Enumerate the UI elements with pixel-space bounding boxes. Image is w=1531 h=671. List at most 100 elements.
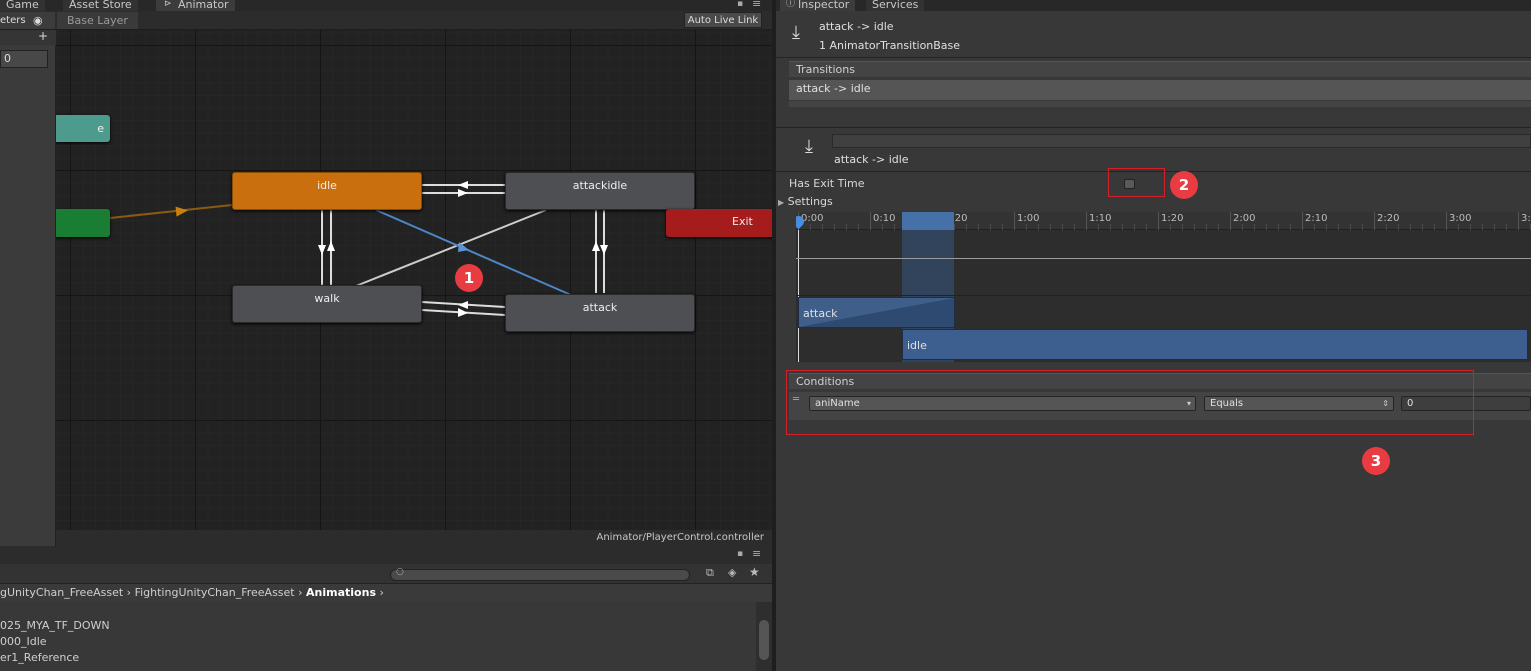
timeline-tick-label: 1:10 xyxy=(1089,213,1112,224)
breadcrumb-item[interactable]: FightingUnityChan_FreeAsset xyxy=(135,586,295,599)
timeline-minor-tick xyxy=(846,224,847,230)
transition-entry-idle[interactable] xyxy=(109,204,233,219)
breadcrumb-item-current[interactable]: Animations xyxy=(306,586,376,599)
timeline-minor-tick xyxy=(1182,224,1183,230)
state-walk[interactable]: walk xyxy=(232,285,422,323)
timeline-minor-tick xyxy=(1506,224,1507,230)
timeline-minor-tick xyxy=(1038,224,1039,230)
timeline-minor-tick xyxy=(1362,224,1363,230)
arrow-icon xyxy=(600,245,608,255)
arrow-icon xyxy=(175,206,188,217)
timeline-tick-label: 3: xyxy=(1521,213,1531,224)
auto-live-link-button[interactable]: Auto Live Link xyxy=(684,12,762,28)
state-idle[interactable]: idle xyxy=(232,172,422,210)
timeline-minor-tick xyxy=(882,224,883,230)
arrow-icon xyxy=(327,241,335,251)
favorite-star-icon[interactable]: ★ xyxy=(749,565,760,579)
timeline-minor-tick xyxy=(1470,224,1471,230)
filter-type-icon[interactable]: ⧉ xyxy=(706,566,714,580)
state-attackidle[interactable]: attackidle xyxy=(505,172,695,210)
eye-icon[interactable]: ◉ xyxy=(33,12,43,29)
annotation-box-2 xyxy=(1108,168,1165,197)
timeline-minor-tick xyxy=(1218,224,1219,230)
timeline-minor-tick xyxy=(1410,224,1411,230)
breadcrumb-item[interactable]: gUnityChan_FreeAsset xyxy=(0,586,123,599)
timeline-minor-tick xyxy=(894,224,895,230)
timeline-minor-tick xyxy=(1050,224,1051,230)
timeline-minor-tick xyxy=(1314,224,1315,230)
timeline-tick xyxy=(1158,212,1159,230)
controller-path: Animator/PlayerControl.controller xyxy=(56,530,772,546)
preview-curve xyxy=(796,258,1531,259)
timeline-tick-label: 0:00 xyxy=(801,213,824,224)
divider xyxy=(776,127,1531,128)
info-icon: ⓘ xyxy=(786,0,796,9)
project-scrollbar[interactable] xyxy=(756,602,772,671)
tab-services[interactable]: Services xyxy=(866,0,925,11)
triangle-right-icon: ▶ xyxy=(778,198,785,207)
playhead-line xyxy=(798,230,799,362)
timeline-minor-tick xyxy=(1482,224,1483,230)
clip-from-bar[interactable]: attack xyxy=(798,297,955,328)
state-any[interactable]: e xyxy=(56,115,110,142)
arrow-icon xyxy=(458,189,468,197)
tab-inspector-label: Inspector xyxy=(798,0,850,11)
timeline-minor-tick xyxy=(810,224,811,230)
arrow-icon xyxy=(458,181,468,189)
list-item[interactable]: 000_Idle xyxy=(0,634,756,650)
menu-icon[interactable]: ≡ xyxy=(752,547,761,560)
clip-to-bar[interactable]: idle xyxy=(902,329,1528,360)
parameters-panel: + 0 xyxy=(0,29,56,546)
filter-label-icon[interactable]: ◈ xyxy=(728,566,736,579)
editor-tab-bar: Game Asset Store ⊳ Animator ▪ ≡ xyxy=(0,0,772,11)
timeline-minor-tick xyxy=(834,224,835,230)
timeline-minor-tick xyxy=(978,224,979,230)
timeline-minor-tick xyxy=(966,224,967,230)
transition-icon: ⤓ xyxy=(805,136,813,157)
menu-icon[interactable]: ≡ xyxy=(752,0,761,10)
timeline-minor-tick xyxy=(1350,224,1351,230)
timeline-minor-tick xyxy=(1242,224,1243,230)
settings-foldout[interactable]: ▶ Settings xyxy=(778,195,833,208)
timeline-minor-tick xyxy=(858,224,859,230)
timeline-minor-tick xyxy=(1134,224,1135,230)
tab-asset-store[interactable]: Asset Store xyxy=(63,0,138,11)
parameter-value-field[interactable]: 0 xyxy=(0,50,48,68)
timeline-tick xyxy=(1086,212,1087,230)
project-file-list: 025_MYA_TF_DOWN 000_Idle er1_Reference xyxy=(0,602,756,671)
lock-icon[interactable]: ▪ xyxy=(737,549,743,559)
timeline-tick xyxy=(1374,212,1375,230)
state-entry[interactable] xyxy=(56,209,110,237)
transition-name-field[interactable] xyxy=(832,134,1531,148)
timeline-minor-tick xyxy=(1434,224,1435,230)
tab-game[interactable]: Game xyxy=(0,0,45,11)
timeline-minor-tick xyxy=(822,224,823,230)
state-attack[interactable]: attack xyxy=(505,294,695,332)
add-parameter-icon[interactable]: + xyxy=(38,29,48,43)
tab-animator[interactable]: ⊳ Animator xyxy=(156,0,235,11)
timeline-tick-label: 0:10 xyxy=(873,213,896,224)
timeline-minor-tick xyxy=(1110,224,1111,230)
divider xyxy=(776,57,1531,58)
scrollbar-thumb[interactable] xyxy=(759,620,769,660)
transitions-list-item[interactable]: attack -> idle xyxy=(789,80,1531,100)
layer-breadcrumb[interactable]: Base Layer xyxy=(57,12,138,29)
list-item[interactable]: er1_Reference xyxy=(0,650,756,666)
transition-timeline[interactable]: 0:00 0:10 0:20 1:00 1:10 1:20 2:00 2:10 2:20 3:00… xyxy=(796,212,1531,362)
blend-region-ruler[interactable] xyxy=(902,212,954,230)
animator-graph[interactable]: e idle attackidle walk attack Exit 1 xyxy=(56,30,772,530)
arrow-icon xyxy=(458,308,468,317)
state-exit[interactable]: Exit xyxy=(666,209,772,237)
timeline-minor-tick xyxy=(990,224,991,230)
timeline-minor-tick xyxy=(954,224,955,230)
project-breadcrumb: gUnityChan_FreeAsset › FightingUnityChan… xyxy=(0,584,772,602)
parameters-tab[interactable]: eters ◉ xyxy=(0,12,55,29)
lock-icon[interactable]: ▪ xyxy=(737,0,743,9)
list-item[interactable]: 025_MYA_TF_DOWN xyxy=(0,618,756,634)
tab-inspector[interactable]: ⓘ Inspector xyxy=(780,0,856,11)
project-search-input[interactable]: ○ xyxy=(390,567,690,581)
inspector-subtitle: 1 AnimatorTransitionBase xyxy=(819,39,961,52)
transition-walk-attackidle[interactable] xyxy=(355,209,547,287)
timeline-minor-tick xyxy=(1194,224,1195,230)
timeline-minor-tick xyxy=(1398,224,1399,230)
